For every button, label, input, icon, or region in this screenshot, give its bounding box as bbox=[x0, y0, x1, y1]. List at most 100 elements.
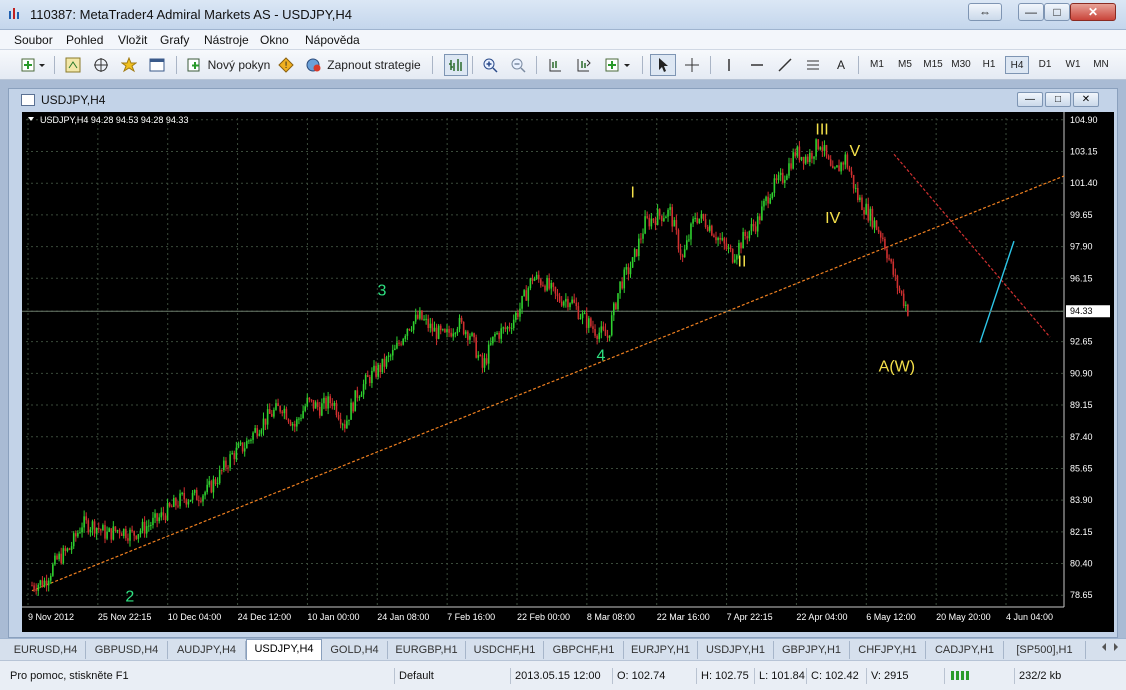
candle-body bbox=[231, 453, 233, 455]
connection-status-icon[interactable] bbox=[944, 668, 1012, 684]
symbol-tab[interactable]: CHFJPY,H1 bbox=[850, 641, 926, 659]
menu-vlozit[interactable]: Vložit bbox=[118, 33, 147, 47]
timeframe-m30[interactable]: M30 bbox=[949, 56, 973, 74]
candle-body bbox=[366, 375, 369, 378]
crosshair-icon[interactable] bbox=[680, 54, 704, 76]
symbol-tab[interactable]: GBPCHF,H1 bbox=[544, 641, 624, 659]
candle-body bbox=[214, 479, 217, 484]
favorites-star-icon[interactable] bbox=[118, 54, 140, 76]
menu-napoveda[interactable]: Nápověda bbox=[305, 33, 360, 47]
candle-body bbox=[733, 259, 736, 263]
symbol-tab[interactable]: USDCHF,H1 bbox=[466, 641, 544, 659]
menu-nastroje[interactable]: Nástroje bbox=[204, 33, 249, 47]
alert-icon[interactable]: ! bbox=[276, 54, 296, 76]
terminal-icon[interactable] bbox=[146, 54, 168, 76]
timeframe-d1[interactable]: D1 bbox=[1033, 56, 1057, 74]
zoom-out-icon[interactable] bbox=[508, 54, 528, 76]
candle-body bbox=[825, 145, 828, 156]
autotrading-button[interactable]: Zapnout strategie bbox=[302, 54, 424, 76]
candle-body bbox=[139, 530, 142, 535]
autoscroll-icon[interactable] bbox=[572, 54, 594, 76]
cursor-icon[interactable] bbox=[650, 54, 676, 76]
candle-body bbox=[158, 517, 161, 522]
candle-body bbox=[669, 207, 671, 210]
chart-header-arrow-icon bbox=[28, 117, 34, 121]
navigator-icon[interactable] bbox=[90, 54, 112, 76]
symbol-tab[interactable]: GOLD,H4 bbox=[322, 641, 388, 659]
chart-minimize-button[interactable]: — bbox=[1017, 92, 1043, 107]
candle-body bbox=[631, 257, 634, 268]
chart-canvas[interactable]: 104.90 103.15 101.40 99.65 97.90 96.15 94.33 92… bbox=[22, 112, 1114, 632]
menu-soubor[interactable]: Soubor bbox=[14, 33, 53, 47]
candle-body bbox=[629, 267, 632, 275]
bar-chart-icon[interactable] bbox=[444, 54, 468, 76]
candle-body bbox=[354, 390, 357, 412]
candle-body bbox=[481, 355, 484, 368]
candle-body bbox=[421, 310, 423, 320]
candle-body bbox=[460, 317, 463, 322]
minimize-button[interactable]: — bbox=[1018, 3, 1044, 21]
price-chart[interactable]: 104.90 103.15 101.40 99.65 97.90 96.15 94.33 92… bbox=[22, 112, 1114, 632]
horizontal-line-icon[interactable] bbox=[746, 54, 768, 76]
text-tool-icon[interactable]: A bbox=[830, 54, 852, 76]
candle-body bbox=[31, 585, 33, 587]
new-order-button[interactable]: Nový pokyn bbox=[184, 54, 272, 76]
restore-size-icon[interactable]: ⇔ bbox=[968, 3, 1002, 21]
timeframe-h4[interactable]: H4 bbox=[1005, 56, 1029, 74]
timeframe-w1[interactable]: W1 bbox=[1061, 56, 1085, 74]
chart-shift-icon[interactable] bbox=[544, 54, 566, 76]
maximize-button[interactable]: □ bbox=[1044, 3, 1070, 21]
chart-maximize-button[interactable]: □ bbox=[1045, 92, 1071, 107]
symbol-tab[interactable]: EURGBP,H1 bbox=[388, 641, 466, 659]
symbol-tab[interactable]: EURJPY,H1 bbox=[624, 641, 698, 659]
new-chart-icon[interactable] bbox=[18, 54, 48, 76]
timeframe-mn[interactable]: MN bbox=[1089, 56, 1113, 74]
timeframe-m15[interactable]: M15 bbox=[921, 56, 945, 74]
symbol-tab[interactable]: GBPJPY,H1 bbox=[774, 641, 850, 659]
chart-close-button[interactable]: ✕ bbox=[1073, 92, 1099, 107]
candle-body bbox=[296, 419, 298, 427]
symbol-tab[interactable]: AUDJPY,H4 bbox=[168, 641, 246, 659]
symbol-tab[interactable]: USDJPY,H1 bbox=[698, 641, 774, 659]
candle-body bbox=[554, 286, 557, 294]
close-button[interactable]: ✕ bbox=[1070, 3, 1116, 21]
candle-body bbox=[250, 439, 252, 441]
candle-body bbox=[763, 200, 765, 207]
timeframe-m5[interactable]: M5 bbox=[893, 56, 917, 74]
candle-body bbox=[748, 231, 751, 239]
symbol-tab[interactable]: [SP500],H1 bbox=[1004, 641, 1086, 659]
wave-label: A(W) bbox=[879, 359, 915, 376]
menu-pohled[interactable]: Pohled bbox=[66, 33, 103, 47]
candle-body bbox=[767, 196, 769, 204]
symbol-tab[interactable]: CADJPY,H1 bbox=[926, 641, 1004, 659]
vertical-line-icon[interactable] bbox=[718, 54, 740, 76]
trendline-icon[interactable] bbox=[774, 54, 796, 76]
symbol-tab[interactable]: USDJPY,H4 bbox=[246, 639, 322, 660]
candle-body bbox=[97, 527, 100, 530]
wave-label: II bbox=[738, 254, 747, 271]
tabs-scroll-arrows-icon[interactable] bbox=[1098, 641, 1122, 659]
timeframe-h1[interactable]: H1 bbox=[977, 56, 1001, 74]
candle-body bbox=[125, 528, 127, 539]
zoom-in-icon[interactable] bbox=[480, 54, 500, 76]
candle-body bbox=[500, 328, 503, 339]
candle-body bbox=[844, 154, 847, 165]
market-watch-icon[interactable] bbox=[62, 54, 84, 76]
indicators-icon[interactable] bbox=[602, 54, 636, 76]
candle-body bbox=[652, 218, 655, 221]
candle-body bbox=[877, 229, 880, 233]
candle-body bbox=[823, 145, 826, 151]
candle-body bbox=[613, 303, 615, 316]
menu-grafy[interactable]: Grafy bbox=[160, 33, 189, 47]
candle-body bbox=[663, 218, 665, 222]
fibonacci-icon[interactable] bbox=[802, 54, 824, 76]
candle-body bbox=[740, 243, 742, 249]
timeframe-m1[interactable]: M1 bbox=[865, 56, 889, 74]
menu-okno[interactable]: Okno bbox=[260, 33, 289, 47]
support-trendline[interactable] bbox=[31, 175, 1065, 592]
resistance-trendline[interactable] bbox=[893, 153, 1051, 338]
projection-line[interactable] bbox=[979, 240, 1015, 343]
symbol-tab[interactable]: GBPUSD,H4 bbox=[86, 641, 168, 659]
candle-body bbox=[798, 146, 801, 160]
symbol-tab[interactable]: EURUSD,H4 bbox=[6, 641, 86, 659]
